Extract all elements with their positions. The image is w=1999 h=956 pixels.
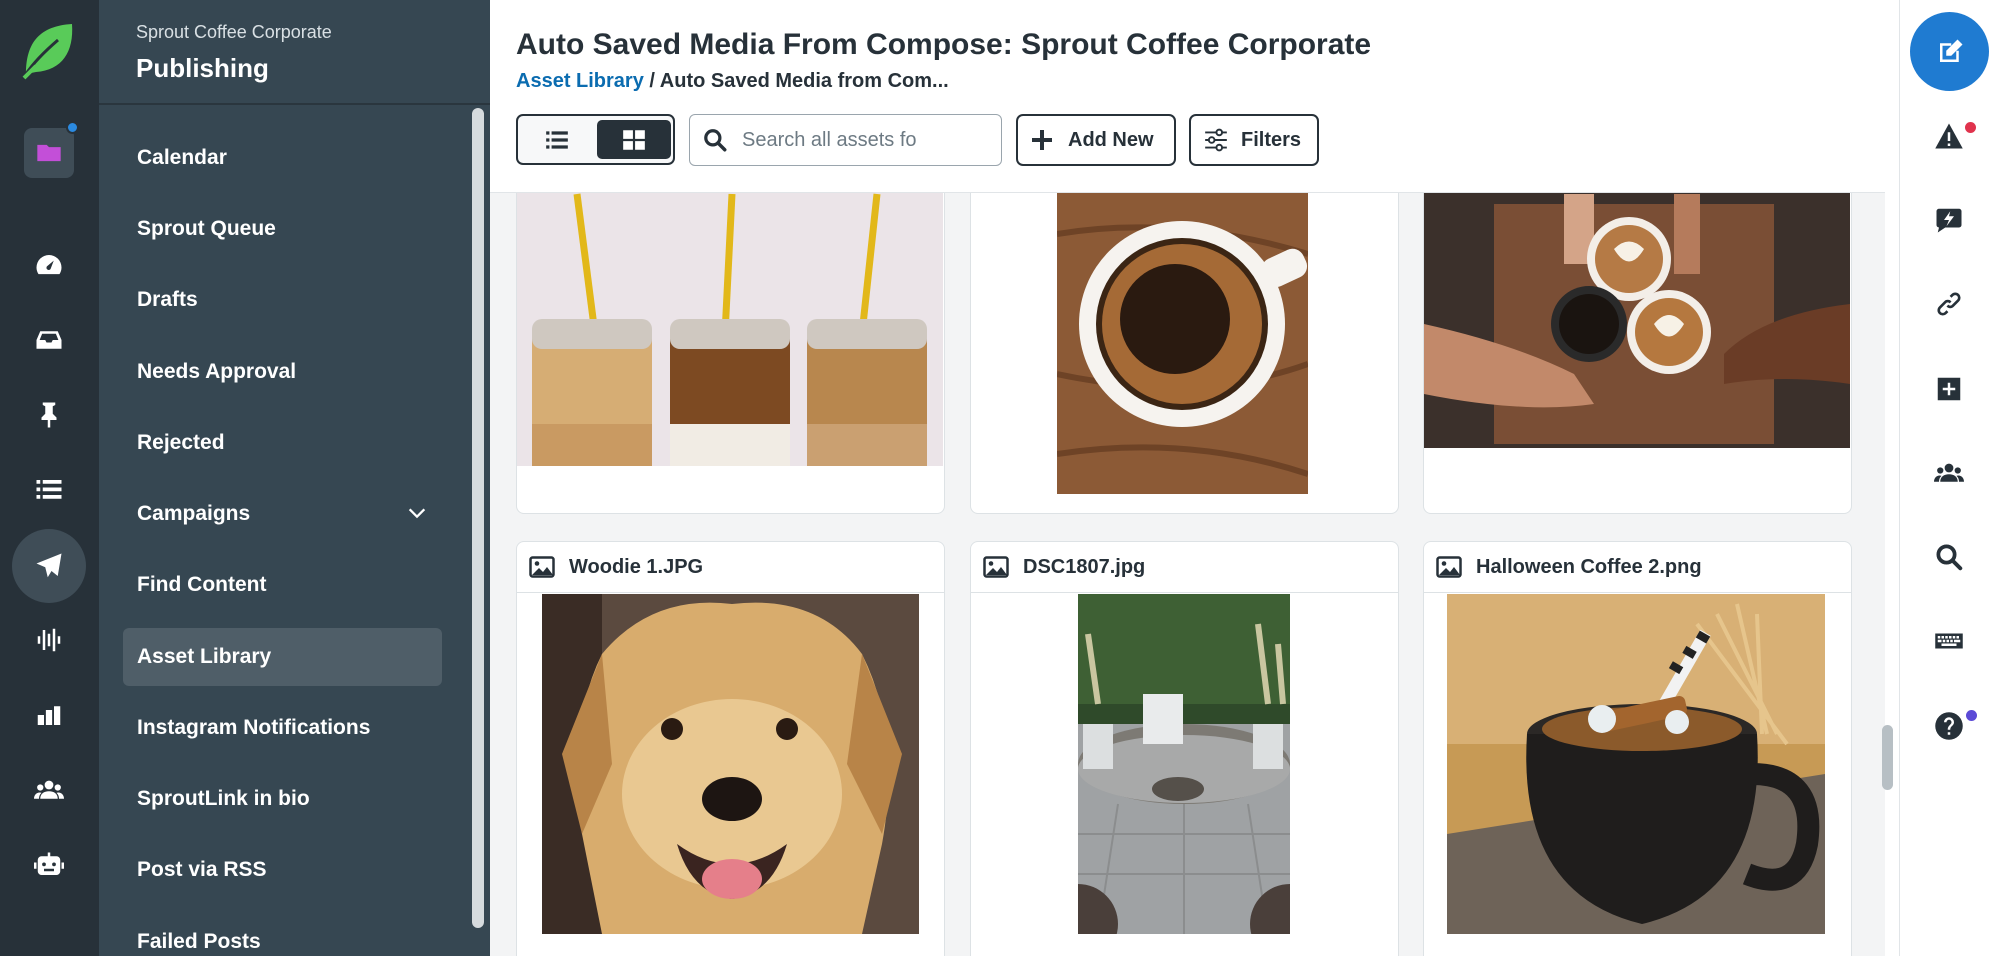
nav-item-label: Drafts [137, 288, 198, 311]
asset-thumbnail-black-coffee [1057, 193, 1308, 494]
asset-card-header: DSC1807.jpg [971, 542, 1398, 593]
nav-item-asset-library[interactable]: Asset Library [123, 628, 442, 686]
nav-item-rejected[interactable]: Rejected [123, 414, 442, 472]
publishing-icon[interactable] [12, 529, 86, 603]
asset-thumbnail-iced-coffee [517, 193, 943, 466]
listening-icon[interactable] [20, 611, 78, 669]
list-view-button[interactable] [522, 120, 592, 159]
nav-item-label: Find Content [137, 573, 267, 596]
filters-button[interactable]: Filters [1189, 114, 1319, 166]
nav-item-label: Needs Approval [137, 360, 297, 383]
section-title: Publishing [136, 53, 269, 83]
asset-library-main: Auto Saved Media From Compose: Sprout Co… [490, 0, 1899, 956]
sliders-icon [1205, 128, 1227, 152]
nav-item-label: Rejected [137, 431, 225, 454]
nav-item-campaigns[interactable]: Campaigns [123, 485, 442, 543]
image-icon [1436, 556, 1462, 578]
alert-icon[interactable] [1930, 117, 1968, 155]
nav-item-failed-posts[interactable]: Failed Posts [123, 913, 442, 956]
breadcrumb-separator: / [643, 70, 660, 92]
nav-item-sprout-queue[interactable]: Sprout Queue [123, 200, 442, 258]
nav-scrollbar[interactable] [472, 108, 484, 928]
dashboard-icon[interactable] [20, 236, 78, 294]
plus-icon [1032, 130, 1052, 150]
asset-card[interactable] [516, 193, 945, 514]
keyboard-icon[interactable] [1930, 622, 1968, 660]
org-name[interactable]: Sprout Coffee Corporate [136, 22, 332, 43]
add-new-label: Add New [1068, 128, 1154, 151]
asset-thumbnail-patio [1078, 594, 1290, 934]
asset-card-header: Woodie 1.JPG [517, 542, 944, 593]
list-icon[interactable] [20, 461, 78, 519]
pin-icon[interactable] [20, 386, 78, 444]
add-new-button[interactable]: Add New [1016, 114, 1176, 166]
breadcrumb-link-asset-library[interactable]: Asset Library [516, 70, 644, 92]
search-box [689, 114, 1002, 166]
alert-notification-dot [1965, 122, 1976, 133]
main-scrollbar[interactable] [1882, 725, 1893, 790]
link-icon[interactable] [1930, 285, 1968, 323]
asset-grid: Woodie 1.JPG DSC1807.jpg Halloween Coffe… [490, 192, 1885, 956]
image-icon [529, 556, 555, 578]
people-icon[interactable] [20, 761, 78, 819]
breadcrumb-current: Auto Saved Media from Com... [659, 70, 949, 92]
publishing-nav: Sprout Coffee Corporate Publishing Calen… [99, 0, 490, 956]
filters-label: Filters [1241, 128, 1302, 151]
right-action-rail [1899, 0, 1999, 956]
bot-icon[interactable] [20, 836, 78, 894]
search-input[interactable] [742, 128, 992, 152]
compose-icon [1939, 39, 1962, 62]
page-title: Auto Saved Media From Compose: Sprout Co… [516, 28, 1372, 61]
search-icon[interactable] [1930, 538, 1968, 576]
search-icon [704, 129, 727, 152]
nav-item-label: Asset Library [137, 645, 272, 668]
asset-card[interactable]: DSC1807.jpg [970, 541, 1399, 956]
asset-thumbnail-dog [542, 594, 919, 934]
chevron-down-icon[interactable] [406, 502, 428, 524]
add-box-icon[interactable] [1930, 370, 1968, 408]
asset-thumbnail-latte-cheers [1424, 193, 1850, 448]
inbox-icon[interactable] [20, 311, 78, 369]
feedback-icon[interactable] [1930, 201, 1968, 239]
asset-card[interactable]: Woodie 1.JPG [516, 541, 945, 956]
nav-item-calendar[interactable]: Calendar [123, 129, 442, 187]
nav-item-label: SproutLink in bio [137, 787, 310, 810]
grid-view-button[interactable] [597, 120, 671, 159]
asset-card[interactable] [970, 193, 1399, 514]
breadcrumb: Asset Library / Auto Saved Media from Co… [516, 70, 949, 93]
nav-item-label: Instagram Notifications [137, 716, 371, 739]
nav-item-label: Failed Posts [137, 930, 261, 953]
asset-name: Woodie 1.JPG [569, 555, 704, 578]
reports-icon[interactable] [20, 686, 78, 744]
nav-item-label: Sprout Queue [137, 217, 276, 240]
nav-item-label: Campaigns [137, 502, 251, 525]
folder-icon[interactable] [24, 128, 74, 178]
nav-item-find-content[interactable]: Find Content [123, 556, 442, 614]
nav-item-sproutlink-in-bio[interactable]: SproutLink in bio [123, 770, 442, 828]
asset-card[interactable]: Halloween Coffee 2.png [1423, 541, 1852, 956]
asset-thumbnail-cauldron [1447, 594, 1825, 934]
asset-name: DSC1807.jpg [1023, 555, 1146, 578]
asset-name: Halloween Coffee 2.png [1476, 555, 1702, 578]
help-icon[interactable] [1930, 707, 1968, 745]
help-notification-dot [1966, 710, 1977, 721]
list-icon [546, 130, 568, 149]
team-icon[interactable] [1930, 454, 1968, 492]
notification-dot [66, 121, 79, 134]
nav-item-drafts[interactable]: Drafts [123, 271, 442, 329]
nav-item-post-via-rss[interactable]: Post via RSS [123, 841, 442, 899]
nav-item-label: Post via RSS [137, 858, 267, 881]
nav-item-label: Calendar [137, 146, 227, 169]
primary-nav-rail [0, 0, 99, 956]
nav-header: Sprout Coffee Corporate Publishing [99, 0, 490, 105]
image-icon [983, 556, 1009, 578]
asset-card-header: Halloween Coffee 2.png [1424, 542, 1851, 593]
nav-item-instagram-notifications[interactable]: Instagram Notifications [123, 699, 442, 757]
compose-button[interactable] [1910, 12, 1989, 91]
grid-icon [623, 129, 645, 150]
nav-item-needs-approval[interactable]: Needs Approval [123, 343, 442, 401]
sprout-logo[interactable] [22, 22, 76, 80]
view-toggle [516, 114, 675, 165]
asset-card[interactable] [1423, 193, 1852, 514]
